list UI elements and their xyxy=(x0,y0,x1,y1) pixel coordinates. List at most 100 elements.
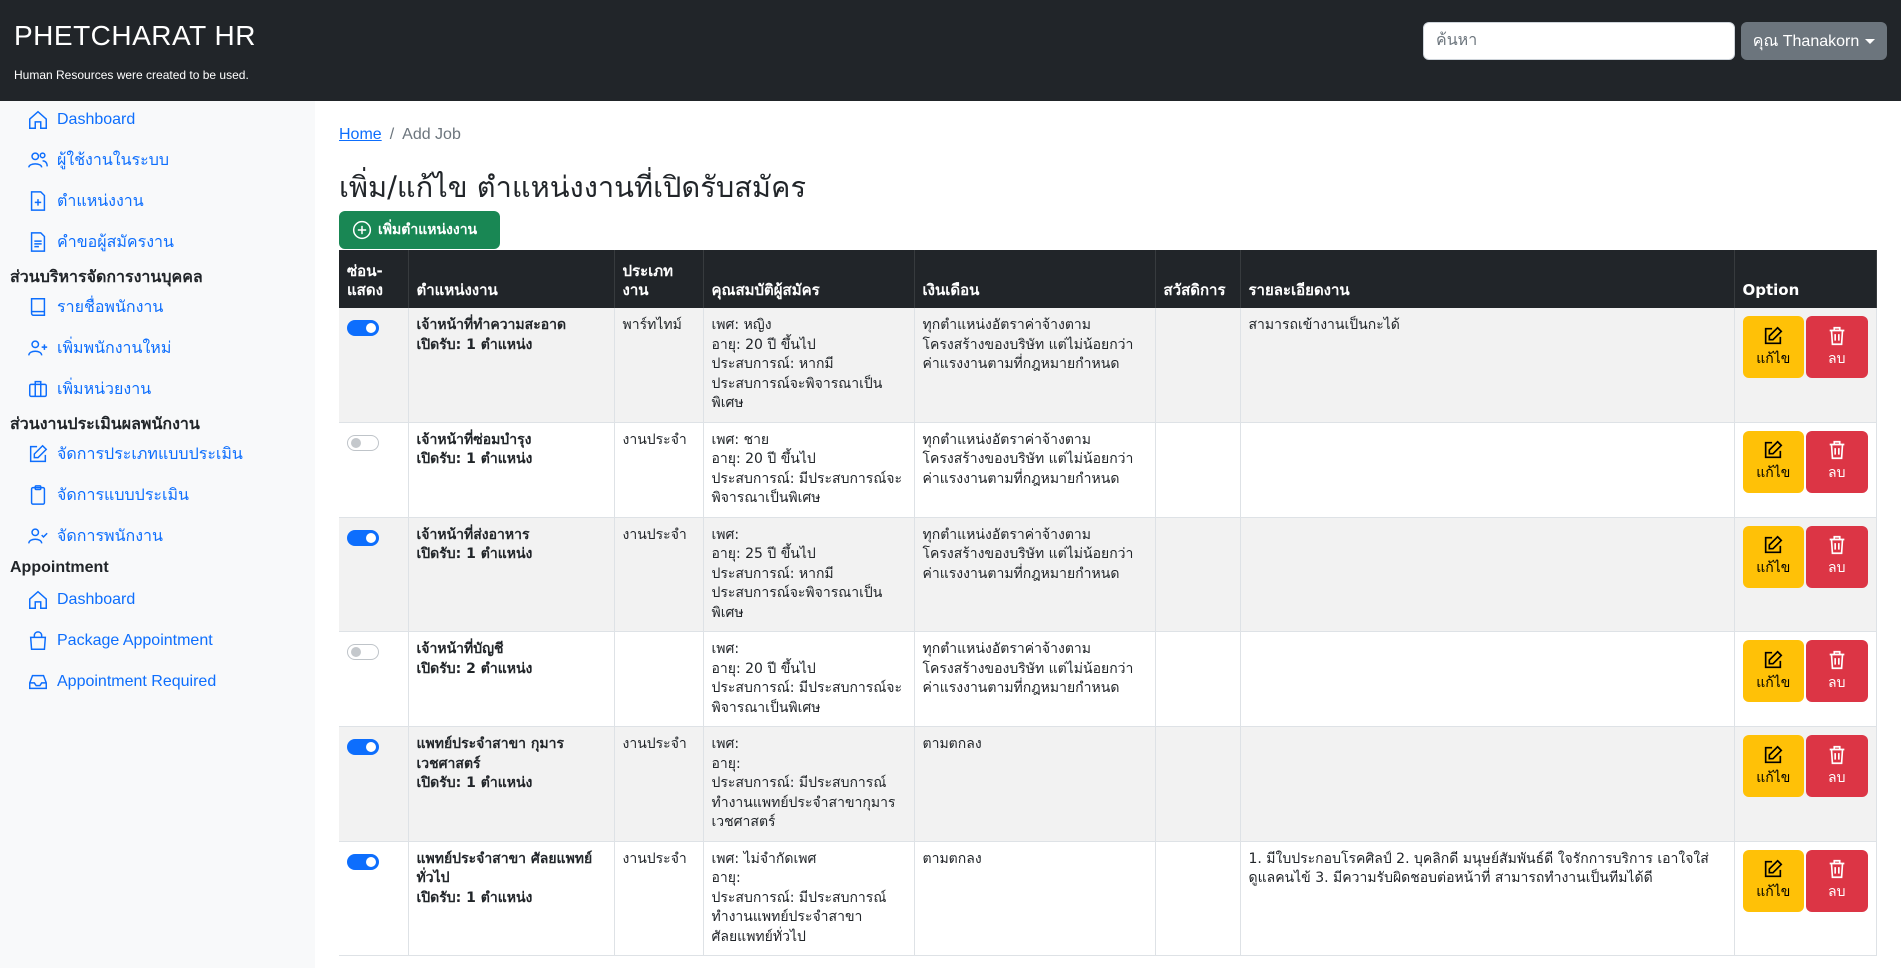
table-row: เจ้าหน้าที่บัญชีเปิดรับ: 2 ตำแหน่ง เพศ: อ… xyxy=(339,631,1877,727)
option-cell: แก้ไข ลบ xyxy=(1734,841,1877,956)
type-cell: งานประจำ xyxy=(614,422,704,518)
sidebar-item-label: รายชื่อพนักงาน xyxy=(57,298,164,316)
visibility-toggle[interactable] xyxy=(347,529,379,546)
position-openings: เปิดรับ: 1 ตำแหน่ง xyxy=(416,451,533,467)
visibility-cell xyxy=(339,422,409,518)
sidebar-item-label: เพิ่มพนักงานใหม่ xyxy=(57,339,172,357)
welfare-cell xyxy=(1155,841,1241,956)
edit-button[interactable]: แก้ไข xyxy=(1742,525,1804,588)
sidebar-item-appointment-dashboard[interactable]: Dashboard xyxy=(27,586,135,614)
top-navbar: PHETCHARAT HR Human Resources were creat… xyxy=(0,0,1901,101)
delete-label: ลบ xyxy=(1828,674,1846,691)
qualification-experience: ประสบการณ์: มีประสบการณ์จะพิจารณาเป็นพิเ… xyxy=(711,470,903,507)
sidebar-item-evaluation-forms[interactable]: จัดการแบบประเมิน xyxy=(27,481,189,509)
column-header-welfare: สวัสดิการ xyxy=(1155,250,1241,308)
position-openings: เปิดรับ: 2 ตำแหน่ง xyxy=(416,660,533,677)
delete-label: ลบ xyxy=(1828,465,1846,482)
book-icon xyxy=(30,298,46,316)
pencil-square-icon xyxy=(1765,745,1783,763)
sidebar-item-manage-employees[interactable]: จัดการพนักงาน xyxy=(27,522,163,550)
delete-button[interactable]: ลบ xyxy=(1806,640,1868,702)
details-cell: สามารถเข้างานเป็นกะได้ xyxy=(1240,308,1735,423)
delete-button[interactable]: ลบ xyxy=(1806,735,1868,797)
visibility-cell xyxy=(339,308,409,423)
option-cell: แก้ไข ลบ xyxy=(1734,517,1877,632)
toggle-knob xyxy=(351,437,361,448)
delete-button[interactable]: ลบ xyxy=(1806,525,1868,588)
visibility-toggle[interactable] xyxy=(347,853,379,870)
sidebar-item-label: จัดการแบบประเมิน xyxy=(57,486,189,504)
edit-button[interactable]: แก้ไข xyxy=(1742,735,1804,797)
visibility-toggle[interactable] xyxy=(347,434,379,451)
toggle-knob xyxy=(366,532,376,543)
brand-tagline: Human Resources were created to be used. xyxy=(14,68,249,82)
qualification-gender: เพศ: xyxy=(711,736,740,752)
delete-button[interactable]: ลบ xyxy=(1806,849,1868,912)
table-row: แพทย์ประจำสาขา ศัลยแพทย์ทั่วไป เปิดรับ: 1… xyxy=(339,841,1877,956)
position-cell: เจ้าหน้าที่ทำความสะอาด เปิดรับ: 1 ตำแหน่ง xyxy=(408,308,615,423)
edit-button[interactable]: แก้ไข xyxy=(1742,849,1804,912)
position-cell: แพทย์ประจำสาขา ศัลยแพทย์ทั่วไป เปิดรับ: 1… xyxy=(408,841,615,956)
breadcrumb-separator: / xyxy=(389,126,395,143)
table-row: เจ้าหน้าที่ซ่อมบำรุง เปิดรับ: 1 ตำแหน่ง ง… xyxy=(339,422,1877,518)
option-cell: แก้ไข ลบ xyxy=(1734,422,1877,518)
toggle-knob xyxy=(366,856,376,867)
user-dropdown-button[interactable]: คุณ Thanakorn xyxy=(1741,22,1887,60)
sidebar-item-label: ผู้ใช้งานในระบบ xyxy=(57,151,170,169)
position-cell: เจ้าหน้าที่ส่งอาหาร เปิดรับ: 1 ตำแหน่ง xyxy=(408,517,615,632)
type-cell: งานประจำ xyxy=(614,726,704,842)
sidebar-item-evaluation-types[interactable]: จัดการประเภทแบบประเมิน xyxy=(27,440,243,468)
delete-label: ลบ xyxy=(1828,350,1846,367)
qualifications-cell: เพศ: อายุ: 20 ปี ขึ้นไป ประสบการณ์: มีประส… xyxy=(703,631,915,727)
sidebar-item-applications[interactable]: คำขอผู้สมัครงาน xyxy=(27,228,174,256)
bag-icon xyxy=(29,631,47,650)
people-icon xyxy=(28,152,48,168)
sidebar-section-appointment: Appointment xyxy=(10,559,109,576)
sidebar-item-label: Dashboard xyxy=(57,591,136,608)
visibility-toggle[interactable] xyxy=(347,644,379,660)
sidebar-item-package-appointment[interactable]: Package Appointment xyxy=(27,627,213,655)
page-title: เพิ่ม/แก้ไข ตำแหน่งงานที่เปิดรับสมัคร xyxy=(339,170,807,204)
table-row: เจ้าหน้าที่ส่งอาหาร เปิดรับ: 1 ตำแหน่ง งา… xyxy=(339,517,1877,632)
details-cell: 1. มีใบประกอบโรคศิลป์ 2. บุคลิกดี มนุษย์… xyxy=(1240,841,1735,956)
search-input[interactable] xyxy=(1423,22,1735,60)
sidebar-item-appointment-required[interactable]: Appointment Required xyxy=(27,668,216,696)
sidebar-item-add-employee[interactable]: เพิ่มพนักงานใหม่ xyxy=(27,334,171,362)
edit-button[interactable]: แก้ไข xyxy=(1742,640,1804,702)
pencil-square-icon xyxy=(1765,650,1783,668)
position-title: เจ้าหน้าที่บัญชี xyxy=(416,641,504,657)
clipboard-icon xyxy=(30,485,46,505)
qualification-gender: เพศ: ชาย xyxy=(711,431,770,448)
column-header-details: รายละเอียดงาน xyxy=(1240,250,1735,308)
visibility-toggle[interactable] xyxy=(347,739,379,755)
qualifications-cell: เพศ: ชาย อายุ: 20 ปี ขึ้นไป ประสบการณ์: มี… xyxy=(703,422,915,518)
breadcrumb: Home / Add Job xyxy=(339,126,461,144)
sidebar-item-dashboard[interactable]: Dashboard xyxy=(27,106,135,134)
sidebar-item-add-department[interactable]: เพิ่มหน่วยงาน xyxy=(27,375,151,403)
edit-label: แก้ไข xyxy=(1756,769,1791,786)
welfare-cell xyxy=(1155,308,1241,423)
option-cell: แก้ไข ลบ xyxy=(1734,726,1877,842)
column-header-qualifications: คุณสมบัติผู้สมัคร xyxy=(703,250,915,308)
breadcrumb-home-link[interactable]: Home xyxy=(339,126,382,144)
trash-icon xyxy=(1829,860,1845,879)
qualification-gender: เพศ: xyxy=(711,641,740,657)
qualification-age: อายุ: xyxy=(711,755,741,772)
option-cell: แก้ไข ลบ xyxy=(1734,308,1877,423)
brand-title[interactable]: PHETCHARAT HR xyxy=(14,20,256,52)
sidebar-item-employee-list[interactable]: รายชื่อพนักงาน xyxy=(27,293,163,321)
sidebar-item-label: จัดการประเภทแบบประเมิน xyxy=(57,445,243,463)
job-positions-table: ซ่อน-แสดง ตำแหน่งงาน ประเภทงาน คุณสมบัติ… xyxy=(339,250,1877,956)
sidebar-item-positions[interactable]: ตำแหน่งงาน xyxy=(27,187,144,215)
visibility-toggle[interactable] xyxy=(347,320,379,336)
pencil-square-icon xyxy=(1765,535,1783,554)
edit-button[interactable]: แก้ไข xyxy=(1742,316,1804,378)
add-position-button[interactable]: เพิ่มตำแหน่งงาน xyxy=(339,211,500,249)
sidebar-item-users[interactable]: ผู้ใช้งานในระบบ xyxy=(27,146,169,174)
delete-button[interactable]: ลบ xyxy=(1806,316,1868,378)
pencil-square-icon xyxy=(1765,859,1783,878)
delete-button[interactable]: ลบ xyxy=(1806,430,1868,493)
edit-button[interactable]: แก้ไข xyxy=(1742,430,1804,493)
sidebar-item-label: Appointment Required xyxy=(57,673,217,690)
add-position-label: เพิ่มตำแหน่งงาน xyxy=(378,222,478,238)
